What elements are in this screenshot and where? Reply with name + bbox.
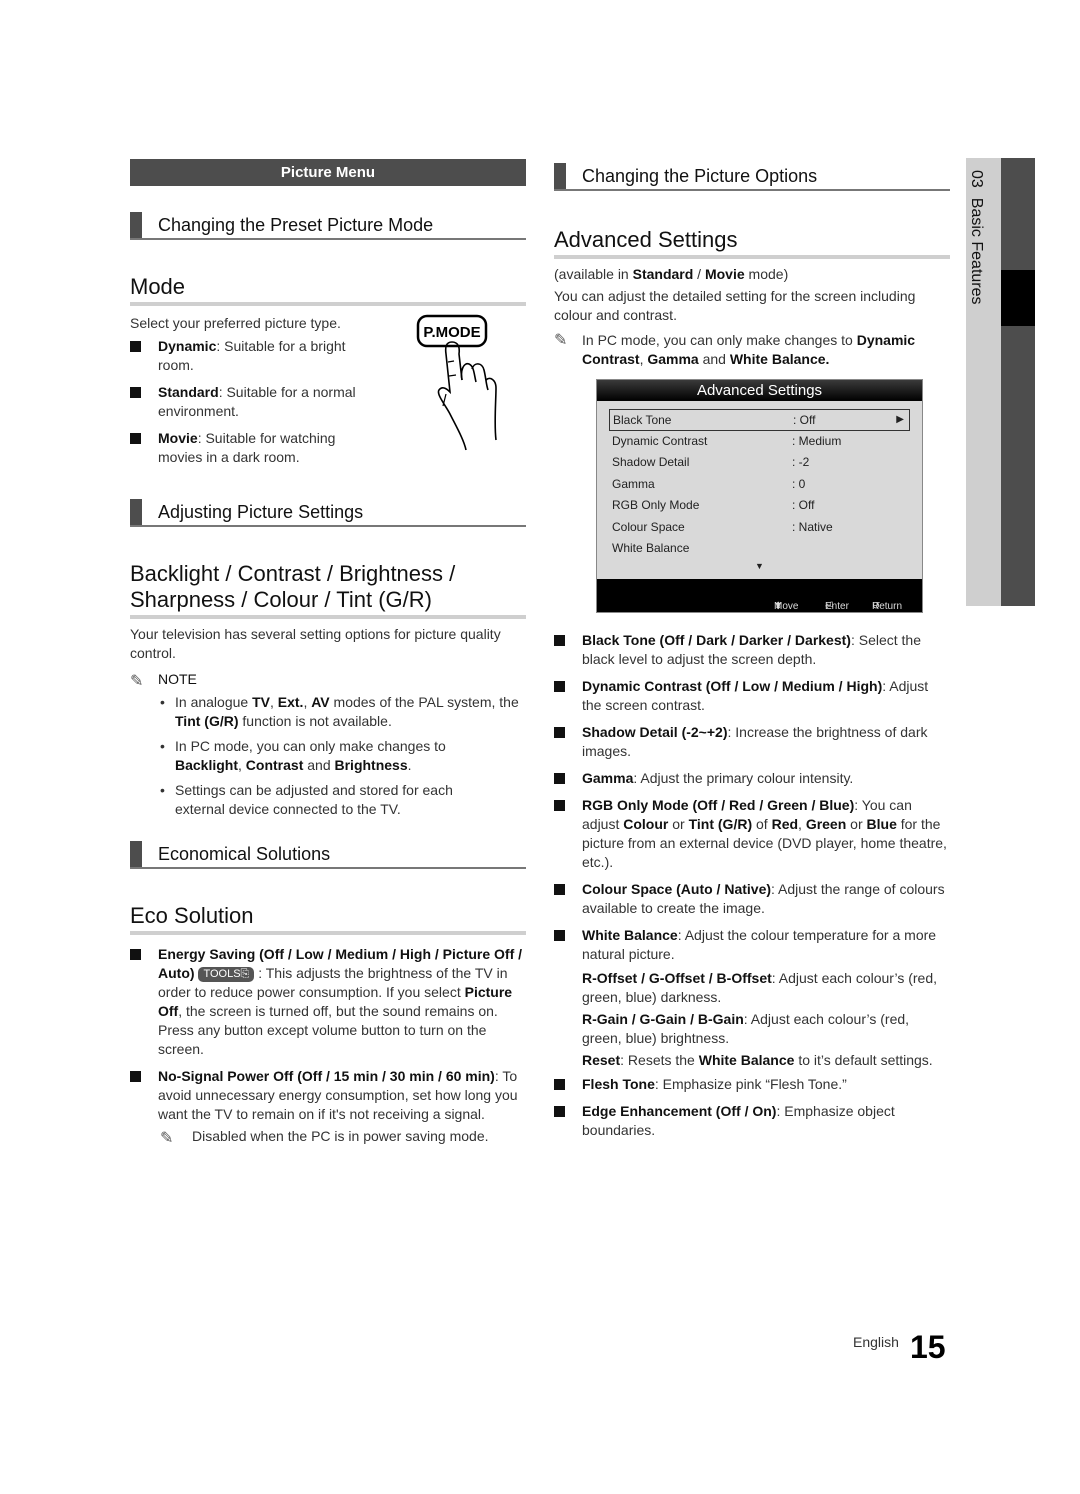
list-item-energy-saving: Energy Saving (Off / Low / Medium / High… bbox=[130, 945, 526, 1059]
section-title-mode: Mode bbox=[130, 274, 526, 306]
list-item-no-signal: No-Signal Power Off (Off / 15 min / 30 m… bbox=[130, 1067, 526, 1124]
pmode-hand-icon: P.MODE bbox=[416, 314, 497, 451]
pencil-note-icon: ✎ bbox=[554, 332, 568, 349]
subheading-adjusting-settings: Adjusting Picture Settings bbox=[130, 499, 526, 527]
subheading-preset-mode: Changing the Preset Picture Mode bbox=[130, 212, 526, 240]
footer-language: English bbox=[853, 1334, 899, 1350]
pc-mode-note: ✎ In PC mode, you can only make changes … bbox=[554, 332, 916, 367]
pmode-button-label: P.MODE bbox=[423, 324, 480, 341]
chapter-tab-marker bbox=[1001, 270, 1035, 326]
right-column: Changing the Picture Options Advanced Se… bbox=[554, 159, 950, 1140]
list-item: Black Tone (Off / Dark / Darker / Darkes… bbox=[554, 631, 950, 669]
osd-row[interactable]: Colour Space: Native bbox=[609, 517, 910, 537]
osd-title: Advanced Settings bbox=[597, 380, 922, 401]
note-item: • In analogue TV, Ext., AV modes of the P… bbox=[160, 694, 519, 729]
backlight-intro: Your television has several setting opti… bbox=[130, 626, 501, 661]
wb-offset: R-Offset / G-Offset / B-Offset: Adjust e… bbox=[582, 970, 938, 1005]
list-item: Standard: Suitable for a normal environm… bbox=[130, 383, 373, 421]
subheading-picture-options: Changing the Picture Options bbox=[554, 163, 950, 191]
right-arrow-icon: ▶ bbox=[896, 414, 904, 425]
scroll-down-icon[interactable]: ▼ bbox=[755, 561, 764, 571]
heading-bar-icon bbox=[554, 163, 566, 189]
left-column: Picture Menu Changing the Preset Picture… bbox=[130, 159, 526, 1147]
note-item: • In PC mode, you can only make changes t… bbox=[160, 738, 446, 773]
section-title-eco: Eco Solution bbox=[130, 903, 526, 935]
advanced-settings-osd: Advanced Settings Black Tone: Off ▶ Dynam… bbox=[596, 379, 923, 613]
list-item: Flesh Tone: Emphasize pink “Flesh Tone.” bbox=[554, 1075, 950, 1094]
heading-bar-icon bbox=[130, 212, 142, 238]
no-signal-note: ✎ Disabled when the PC is in power savin… bbox=[160, 1128, 489, 1147]
list-item: Colour Space (Auto / Native): Adjust the… bbox=[554, 880, 950, 918]
availability-text: (available in Standard / Movie mode) bbox=[554, 266, 789, 282]
heading-bar-icon bbox=[130, 841, 142, 867]
list-item: White Balance: Adjust the colour tempera… bbox=[554, 926, 950, 964]
tools-button-icon: TOOLS⎘ bbox=[198, 967, 255, 982]
osd-row-selected[interactable]: Black Tone: Off ▶ bbox=[609, 409, 910, 431]
osd-row[interactable]: Dynamic Contrast: Medium bbox=[609, 431, 910, 451]
list-item: Dynamic Contrast (Off / Low / Medium / H… bbox=[554, 677, 950, 715]
mode-block: Select your preferred picture type. Dyna… bbox=[130, 314, 526, 467]
wb-gain: R-Gain / G-Gain / B-Gain: Adjust each co… bbox=[582, 1011, 910, 1046]
section-title-advanced: Advanced Settings bbox=[554, 227, 950, 259]
page-number: 15 bbox=[910, 1329, 946, 1365]
list-item: Shadow Detail (-2~+2): Increase the brig… bbox=[554, 723, 950, 761]
heading-bar-icon bbox=[130, 499, 142, 525]
chapter-tab-dark-strip bbox=[1001, 158, 1035, 606]
section-title-backlight: Backlight / Contrast / Brightness / Shar… bbox=[130, 561, 526, 619]
list-item: Gamma: Adjust the primary colour intensi… bbox=[554, 769, 950, 788]
list-item: RGB Only Mode (Off / Red / Green / Blue)… bbox=[554, 796, 950, 872]
list-item: Movie: Suitable for watching movies in a… bbox=[130, 429, 368, 467]
subheading-economical: Economical Solutions bbox=[130, 841, 526, 869]
picture-menu-bar: Picture Menu bbox=[130, 159, 526, 186]
wb-reset: Reset: Resets the White Balance to it’s … bbox=[582, 1052, 933, 1068]
pencil-note-icon: ✎ bbox=[160, 1130, 174, 1147]
osd-row[interactable]: Shadow Detail: -2 bbox=[609, 452, 910, 472]
osd-row[interactable]: White Balance bbox=[609, 538, 910, 558]
osd-row[interactable]: RGB Only Mode: Off bbox=[609, 495, 910, 515]
list-item: Dynamic: Suitable for a bright room. bbox=[130, 337, 368, 375]
advanced-intro: You can adjust the detailed setting for … bbox=[554, 288, 916, 323]
list-item: Edge Enhancement (Off / On): Emphasize o… bbox=[554, 1102, 950, 1140]
advanced-items: Black Tone (Off / Dark / Darker / Darkes… bbox=[554, 631, 950, 1140]
chapter-label: 03Basic Features bbox=[968, 170, 985, 305]
note-heading: ✎ NOTE bbox=[130, 671, 197, 690]
note-item: • Settings can be adjusted and stored for… bbox=[160, 782, 453, 817]
osd-row[interactable]: Gamma: 0 bbox=[609, 474, 910, 494]
pencil-note-icon: ✎ bbox=[130, 673, 144, 690]
osd-footer: ⬍ Move ⏎ Enter ↺ Return bbox=[597, 579, 922, 612]
